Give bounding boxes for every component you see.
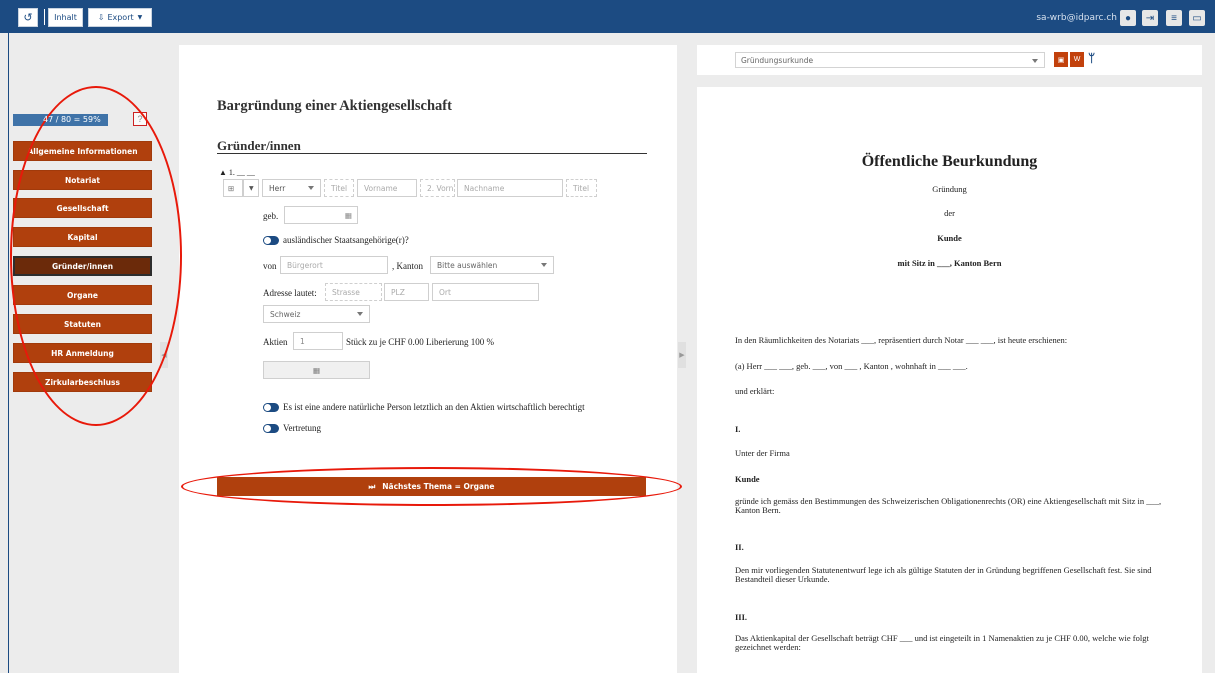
kanton-select-value: Bitte auswählen (437, 260, 498, 270)
beneficial-label: Es ist eine andere natürliche Person let… (283, 402, 585, 412)
doc-section-1: I. (735, 424, 741, 434)
doc-section-2: II. (735, 542, 744, 552)
doc-p2: (a) Herr ___ ___, geb. ___, von ___ , Ka… (735, 361, 968, 371)
vertretung-toggle[interactable] (263, 424, 279, 433)
foreign-toggle[interactable] (263, 236, 279, 245)
monitor-icon[interactable]: ▭ (1189, 10, 1205, 26)
undo-icon: ↺ (23, 11, 33, 24)
toolbar-separator (44, 9, 45, 25)
entry-label: 1. __ __ (228, 168, 255, 177)
country-value: Schweiz (270, 309, 301, 319)
aktien-text: Stück zu je CHF 0.00 Liberierung 100 % (346, 337, 494, 347)
calculator-button[interactable]: ▦ (263, 361, 370, 379)
export-label: Export (107, 13, 134, 22)
doc-company: Kunde (937, 233, 962, 243)
nachname-input[interactable]: Nachname (457, 179, 563, 197)
doc-p7: Den mir vorliegenden Statutenentwurf leg… (735, 565, 1152, 584)
plz-input[interactable]: PLZ (384, 283, 429, 301)
beneficial-toggle[interactable] (263, 403, 279, 412)
doc-section-3: III. (735, 612, 748, 622)
vorname-input[interactable]: Vorname (357, 179, 417, 197)
titel-input[interactable]: Titel (324, 179, 354, 197)
word-icon[interactable]: W (1070, 52, 1084, 67)
chevron-down-icon: ▼ (249, 184, 254, 192)
top-bar: ↺ Inhalt ⇩ Export ▼ sa-wrb@idparc.ch ● ⇥… (0, 0, 1215, 33)
document-preview: Öffentliche Beurkundung Gründung der Kun… (697, 87, 1202, 673)
birthdate-input[interactable]: ▦ (284, 206, 358, 224)
pdf-icon[interactable]: ▣ (1054, 52, 1068, 67)
buergerort-input[interactable]: Bürgerort (280, 256, 388, 274)
progress-text: 47 / 80 = 59% (43, 115, 101, 124)
aktien-input[interactable]: 1 (293, 332, 343, 350)
doc-p3: und erklärt: (735, 386, 775, 396)
form-panel: Bargründung einer Aktiengesellschaft Grü… (179, 45, 677, 673)
collapse-right-icon[interactable]: ▶ (678, 342, 686, 368)
form-title: Bargründung einer Aktiengesellschaft (217, 98, 452, 114)
highlight-ellipse-sidebar (10, 86, 182, 426)
highlight-ellipse-next-button (181, 467, 682, 506)
user-email: sa-wrb@idparc.ch (1036, 13, 1117, 23)
aktien-label: Aktien (263, 337, 288, 347)
geb-label: geb. (263, 211, 279, 221)
undo-button[interactable]: ↺ (18, 8, 38, 27)
calculator-icon: ▦ (312, 365, 321, 375)
left-border (8, 33, 9, 673)
salutation-select[interactable]: Herr (262, 179, 321, 197)
strasse-input[interactable]: Strasse (325, 283, 382, 301)
section-divider (217, 153, 647, 154)
document-select[interactable]: Gründungsurkunde (735, 52, 1045, 68)
branch-icon[interactable]: ᛘ (1088, 51, 1095, 65)
doc-p1: In den Räumlichkeiten des Notariats ___,… (735, 335, 1068, 345)
kanton-select[interactable]: Bitte auswählen (430, 256, 554, 274)
doc-seat: mit Sitz in ___, Kanton Bern (897, 258, 1002, 268)
doc-line-der: der (944, 208, 955, 218)
von-label: von (263, 261, 277, 271)
kanton-label: , Kanton (392, 261, 423, 271)
chevron-down-icon: ▼ (137, 14, 143, 21)
export-button[interactable]: ⇩ Export ▼ (88, 8, 152, 27)
doc-p4: Unter der Firma (735, 448, 790, 458)
vertretung-label: Vertretung (283, 423, 321, 433)
titel2-input[interactable]: Titel (566, 179, 597, 197)
country-select[interactable]: Schweiz (263, 305, 370, 323)
doc-p6: gründe ich gemäss den Bestimmungen des S… (735, 496, 1162, 515)
menu-icon[interactable]: ≡ (1166, 10, 1182, 26)
inhalt-button[interactable]: Inhalt (48, 8, 83, 27)
document-select-value: Gründungsurkunde (741, 55, 814, 65)
grid-icon[interactable]: ⊞ (223, 179, 243, 197)
salutation-value: Herr (269, 183, 286, 193)
calendar-icon: ▦ (344, 210, 352, 220)
doc-line-gruendung: Gründung (932, 184, 967, 194)
dropdown-small[interactable]: ▼ (243, 179, 259, 197)
logout-icon[interactable]: ⇥ (1142, 10, 1158, 26)
download-icon: ⇩ (97, 13, 105, 22)
user-icon[interactable]: ● (1120, 10, 1136, 26)
adresse-label: Adresse lautet: (263, 288, 317, 298)
foreign-label: ausländischer Staatsangehörige(r)? (283, 235, 409, 245)
doc-heading: Öffentliche Beurkundung (861, 153, 1038, 170)
caret-up-icon: ▲ (219, 168, 227, 177)
ort-input[interactable]: Ort (432, 283, 539, 301)
doc-p5: Kunde (735, 474, 760, 484)
document-selector-bar: Gründungsurkunde ▣ W ᛘ (697, 45, 1202, 75)
entry-toggle[interactable]: ▲ 1. __ __ (219, 168, 255, 177)
second-vorname-input[interactable]: 2. Vorn (420, 179, 455, 197)
section-title: Gründer/innen (217, 138, 301, 153)
doc-p8: Das Aktienkapital der Gesellschaft beträ… (735, 633, 1149, 652)
